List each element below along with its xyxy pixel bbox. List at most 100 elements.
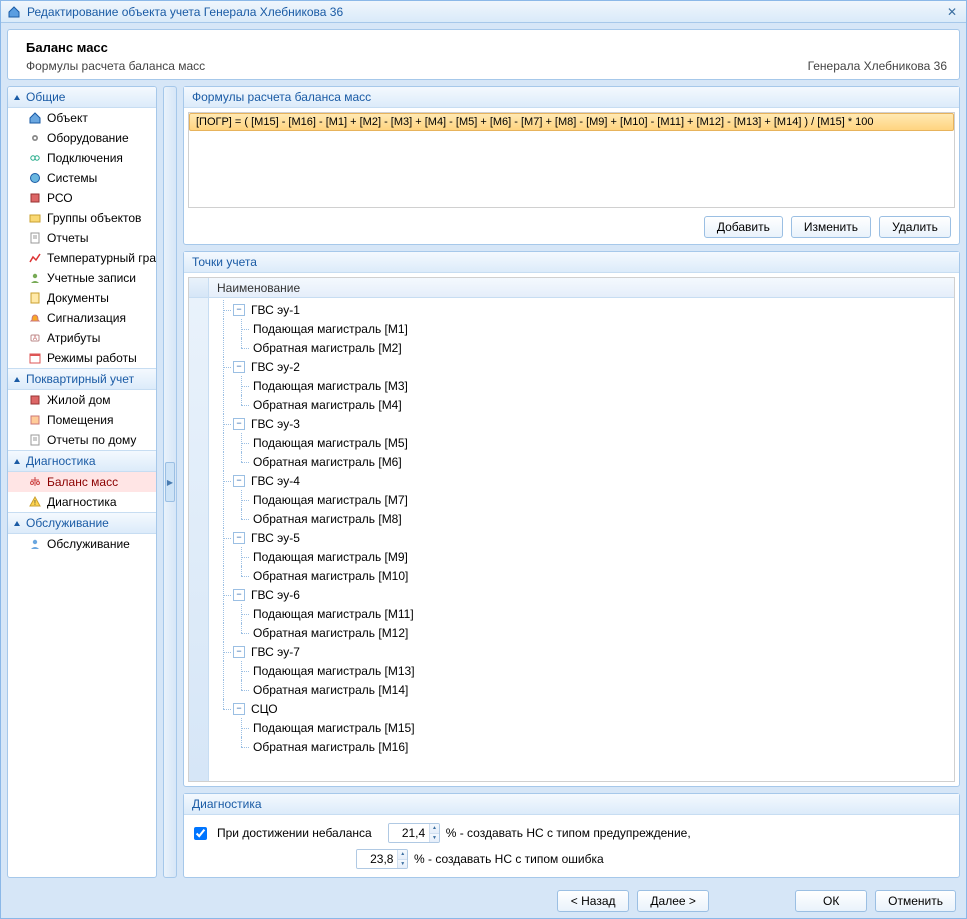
- tree-leaf[interactable]: Обратная магистраль [M8]: [209, 509, 954, 528]
- unbalance-checkbox[interactable]: [194, 827, 207, 840]
- sidebar-item[interactable]: Объект: [8, 108, 156, 128]
- sidebar-item-label: Температурный график: [47, 251, 157, 265]
- splitter-handle-icon[interactable]: ▶: [165, 462, 175, 502]
- tree-leaf[interactable]: Обратная магистраль [M16]: [209, 737, 954, 756]
- minus-icon[interactable]: −: [233, 304, 245, 316]
- report-icon: [28, 231, 42, 245]
- chevron-up-icon: [14, 521, 20, 526]
- edit-button[interactable]: Изменить: [791, 216, 871, 238]
- tree-leaf[interactable]: Подающая магистраль [M13]: [209, 661, 954, 680]
- tree-leaf[interactable]: Обратная магистраль [M4]: [209, 395, 954, 414]
- tree-leaf[interactable]: Подающая магистраль [M9]: [209, 547, 954, 566]
- sidebar-item-label: Документы: [47, 291, 109, 305]
- sidebar: ОбщиеОбъектОборудованиеПодключенияСистем…: [7, 86, 157, 878]
- sidebar-item[interactable]: AАтрибуты: [8, 328, 156, 348]
- minus-icon[interactable]: −: [233, 418, 245, 430]
- tree-node-label: ГВС эу-4: [249, 474, 300, 488]
- globe-icon: [28, 171, 42, 185]
- spin-down-icon[interactable]: ▼: [398, 860, 407, 869]
- tree-leaf[interactable]: Подающая магистраль [M1]: [209, 319, 954, 338]
- sidebar-item-label: Жилой дом: [47, 393, 111, 407]
- nav-group-head[interactable]: Диагностика: [8, 450, 156, 472]
- next-button[interactable]: Далее >: [637, 890, 709, 912]
- tree-leaf[interactable]: Обратная магистраль [M2]: [209, 338, 954, 357]
- tree-leaf-label: Обратная магистраль [M4]: [251, 398, 402, 412]
- minus-icon[interactable]: −: [233, 532, 245, 544]
- formula-row[interactable]: [ПОГР] = ( [M15] - [M16] - [M1] + [M2] -…: [189, 113, 954, 131]
- tree-leaf-label: Подающая магистраль [M15]: [251, 721, 415, 735]
- minus-icon[interactable]: −: [233, 361, 245, 373]
- sidebar-item[interactable]: Учетные записи: [8, 268, 156, 288]
- tree-leaf[interactable]: Обратная магистраль [M12]: [209, 623, 954, 642]
- spin-up-icon[interactable]: ▲: [430, 824, 439, 834]
- unbalance-label[interactable]: При достижении небаланса: [217, 826, 372, 840]
- tree-leaf[interactable]: Подающая магистраль [M3]: [209, 376, 954, 395]
- tree-node-label: ГВС эу-2: [249, 360, 300, 374]
- tree-node[interactable]: −ГВС эу-6: [209, 585, 954, 604]
- tree-leaf[interactable]: Подающая магистраль [M15]: [209, 718, 954, 737]
- ok-button[interactable]: ОК: [795, 890, 867, 912]
- warning-spinbox[interactable]: ▲ ▼: [388, 823, 440, 843]
- warning-value-input[interactable]: [389, 824, 429, 842]
- nav-group-head[interactable]: Общие: [8, 87, 156, 108]
- nav-group-head[interactable]: Поквартирный учет: [8, 368, 156, 390]
- sidebar-item[interactable]: Документы: [8, 288, 156, 308]
- tree-node[interactable]: −ГВС эу-7: [209, 642, 954, 661]
- minus-icon[interactable]: −: [233, 475, 245, 487]
- chevron-up-icon: [14, 377, 20, 382]
- tree-node[interactable]: −ГВС эу-4: [209, 471, 954, 490]
- sidebar-item[interactable]: Температурный график: [8, 248, 156, 268]
- spin-down-icon[interactable]: ▼: [430, 834, 439, 843]
- sidebar-item[interactable]: Группы объектов: [8, 208, 156, 228]
- tree-leaf[interactable]: Подающая магистраль [M7]: [209, 490, 954, 509]
- tree-node[interactable]: −СЦО: [209, 699, 954, 718]
- sidebar-item-label: РСО: [47, 191, 73, 205]
- sidebar-item[interactable]: Отчеты: [8, 228, 156, 248]
- splitter[interactable]: ▶: [163, 86, 177, 878]
- header: Баланс масс Формулы расчета баланса масс…: [7, 29, 960, 80]
- add-button[interactable]: Добавить: [704, 216, 783, 238]
- sidebar-item[interactable]: !Диагностика: [8, 492, 156, 512]
- sidebar-item[interactable]: РСО: [8, 188, 156, 208]
- tag-icon: A: [28, 331, 42, 345]
- tree-node[interactable]: −ГВС эу-1: [209, 300, 954, 319]
- sidebar-item[interactable]: Режимы работы: [8, 348, 156, 368]
- tree-node[interactable]: −ГВС эу-2: [209, 357, 954, 376]
- close-icon[interactable]: ✕: [944, 5, 960, 19]
- minus-icon[interactable]: −: [233, 646, 245, 658]
- spin-up-icon[interactable]: ▲: [398, 850, 407, 860]
- error-value-input[interactable]: [357, 850, 397, 868]
- minus-icon[interactable]: −: [233, 589, 245, 601]
- sidebar-item[interactable]: Жилой дом: [8, 390, 156, 410]
- nav-group-head[interactable]: Обслуживание: [8, 512, 156, 534]
- error-spinbox[interactable]: ▲ ▼: [356, 849, 408, 869]
- page-subtitle: Формулы расчета баланса масс: [26, 59, 941, 73]
- sidebar-item[interactable]: Оборудование: [8, 128, 156, 148]
- delete-button[interactable]: Удалить: [879, 216, 951, 238]
- page-title: Баланс масс: [26, 40, 941, 55]
- service-icon: [28, 537, 42, 551]
- footer: < Назад Далее > ОК Отменить: [1, 884, 966, 918]
- back-button[interactable]: < Назад: [557, 890, 629, 912]
- sidebar-item[interactable]: Системы: [8, 168, 156, 188]
- report-icon: [28, 433, 42, 447]
- sidebar-item[interactable]: Баланс масс: [8, 472, 156, 492]
- tree-leaf[interactable]: Обратная магистраль [M14]: [209, 680, 954, 699]
- tree-body[interactable]: −ГВС эу-1Подающая магистраль [M1]Обратна…: [189, 298, 954, 781]
- sidebar-item[interactable]: Сигнализация: [8, 308, 156, 328]
- tree-node[interactable]: −ГВС эу-3: [209, 414, 954, 433]
- tree-leaf[interactable]: Обратная магистраль [M6]: [209, 452, 954, 471]
- minus-icon[interactable]: −: [233, 703, 245, 715]
- link-icon: [28, 151, 42, 165]
- tree-leaf[interactable]: Обратная магистраль [M10]: [209, 566, 954, 585]
- tree-leaf[interactable]: Подающая магистраль [M11]: [209, 604, 954, 623]
- tree-node[interactable]: −ГВС эу-5: [209, 528, 954, 547]
- sidebar-item[interactable]: Обслуживание: [8, 534, 156, 554]
- formula-list[interactable]: [ПОГР] = ( [M15] - [M16] - [M1] + [M2] -…: [188, 112, 955, 208]
- sidebar-item[interactable]: Подключения: [8, 148, 156, 168]
- cancel-button[interactable]: Отменить: [875, 890, 956, 912]
- sidebar-item[interactable]: Отчеты по дому: [8, 430, 156, 450]
- tree-node-label: ГВС эу-6: [249, 588, 300, 602]
- tree-leaf[interactable]: Подающая магистраль [M5]: [209, 433, 954, 452]
- sidebar-item[interactable]: Помещения: [8, 410, 156, 430]
